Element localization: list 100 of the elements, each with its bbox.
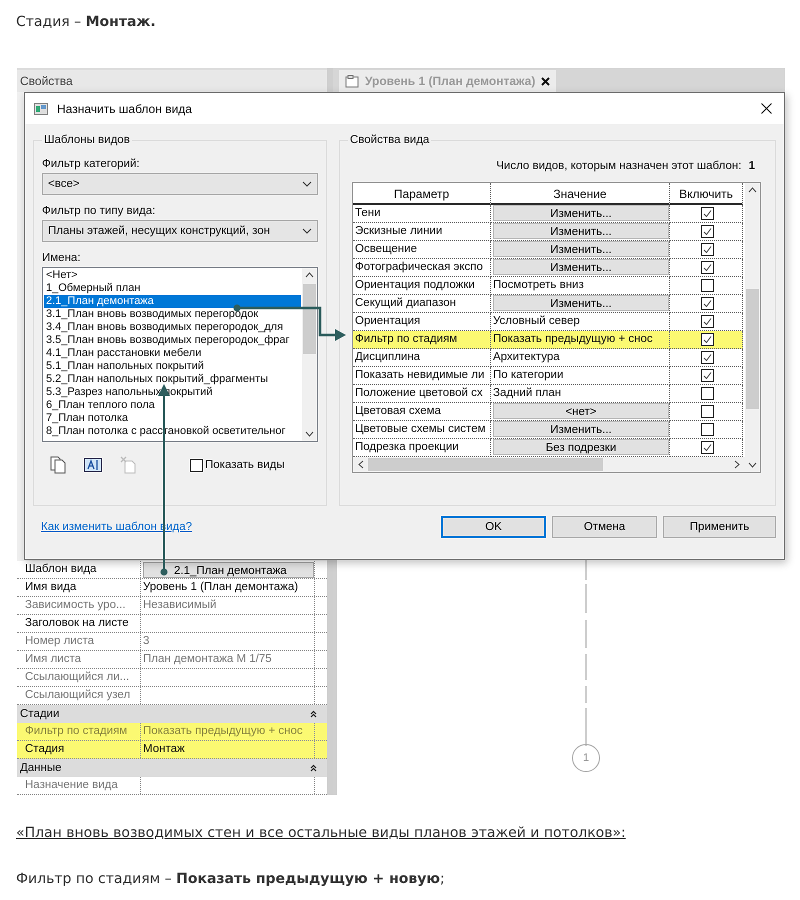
scroll-left-icon[interactable] — [358, 460, 364, 469]
group-title: Шаблоны видов — [43, 134, 131, 146]
edit-button[interactable]: Изменить... — [493, 259, 669, 275]
field-label: Имена: — [42, 252, 82, 264]
article-link[interactable]: «План вновь возводимых стен и все остальные виды планов этажей и потолков»: — [16, 825, 626, 841]
list-item[interactable]: 1_Обмерный план — [44, 282, 301, 295]
scroll-down-icon[interactable] — [305, 431, 314, 437]
edit-button[interactable]: Изменить... — [493, 421, 669, 437]
property-name: Имя листа — [17, 651, 141, 668]
rename-icon[interactable] — [84, 458, 102, 472]
include-checkbox[interactable] — [700, 405, 714, 418]
list-item[interactable]: 5.2_План напольных покрытий_фрагменты — [44, 373, 301, 386]
list-item[interactable]: 4.1_План расстановки мебели — [44, 347, 301, 360]
table-cell: Фильтр по стадиям — [353, 331, 491, 349]
edit-button[interactable]: <нет> — [493, 403, 669, 419]
table-cell: Секущий диапазон — [353, 295, 491, 313]
collapse-icon[interactable] — [310, 764, 317, 772]
table-cell: Цветовая схема — [353, 403, 491, 421]
template-button[interactable]: 2.1_План демонтажа — [143, 562, 314, 578]
group-header[interactable]: Данные — [17, 759, 327, 777]
template-count: Число видов, которым назначен этот шаблон: 1 — [495, 160, 755, 172]
edit-button[interactable]: Изменить... — [493, 205, 669, 221]
include-checkbox[interactable] — [700, 351, 714, 364]
scroll-up-icon[interactable] — [748, 187, 757, 193]
include-checkbox[interactable] — [700, 369, 714, 382]
edit-button[interactable]: Изменить... — [493, 223, 669, 239]
scroll-up-icon[interactable] — [305, 272, 314, 278]
table-cell: Показать предыдущую + снос — [493, 333, 653, 345]
table-cell: Задний план — [493, 387, 562, 399]
group-title: Свойства вида — [349, 134, 430, 146]
view-type-dropdown[interactable]: Планы этажей, несущих конструкций, зон — [42, 220, 318, 242]
include-checkbox[interactable] — [700, 261, 714, 274]
collapse-icon[interactable] — [310, 710, 317, 718]
dialog-title: Назначить шаблон вида — [57, 102, 192, 116]
panel-title: Свойства — [17, 68, 327, 92]
property-name: Ссылающийся ли... — [17, 669, 141, 686]
dialog-button[interactable]: Применить — [663, 516, 776, 538]
category-dropdown[interactable]: <все> — [42, 173, 318, 195]
property-value: Независимый — [143, 599, 216, 611]
edit-button[interactable]: Без подрезки — [493, 439, 669, 455]
property-value: 3 — [143, 635, 150, 647]
list-item[interactable]: 7_План потолка — [44, 412, 301, 425]
table-cell: Положение цветовой сх — [353, 385, 491, 403]
edit-button[interactable]: Изменить... — [493, 241, 669, 257]
table-cell: Показать невидимые ли — [353, 367, 491, 385]
table-cell: Условный север — [493, 315, 580, 327]
list-item[interactable]: 3.5_План вновь возводимых перегородок_фраг — [44, 334, 301, 347]
table-cell: Архитектура — [493, 351, 560, 363]
plan-view-icon — [345, 74, 359, 88]
show-views-checkbox[interactable]: Показать виды — [190, 458, 285, 472]
property-name: Шаблон вида — [17, 561, 141, 578]
table-cell: Ориентация подложки — [353, 277, 491, 295]
list-item[interactable]: 6_План теплого пола — [44, 399, 301, 412]
column-header[interactable]: Параметр — [353, 183, 491, 205]
dialog-button[interactable]: Отмена — [552, 516, 657, 538]
include-checkbox[interactable] — [700, 441, 714, 454]
include-checkbox[interactable] — [700, 315, 714, 328]
column-header[interactable]: Включить — [670, 183, 743, 205]
scroll-right-icon[interactable] — [734, 460, 740, 469]
property-value: План демонтажа М 1/75 — [143, 653, 272, 665]
grid-bubble: 1 — [572, 744, 600, 772]
table-cell: По категории — [493, 369, 564, 381]
include-checkbox[interactable] — [700, 207, 714, 220]
property-name: Стадия — [17, 741, 141, 758]
include-checkbox[interactable] — [700, 333, 714, 346]
chevron-down-icon — [302, 181, 312, 187]
duplicate-icon[interactable] — [50, 456, 66, 474]
scroll-down-icon[interactable] — [748, 462, 757, 468]
property-name: Зависимость уро... — [17, 597, 141, 614]
group-header[interactable]: Стадии — [17, 705, 327, 723]
property-name: Назначение вида — [17, 777, 141, 794]
include-checkbox[interactable] — [700, 279, 714, 292]
list-item[interactable]: 3.1_План вновь возводимых перегородок — [44, 308, 301, 321]
table-cell: Эскизные линии — [353, 223, 491, 241]
property-name: Имя вида — [17, 579, 141, 596]
intro-text: Стадия – Монтаж. — [15, 13, 157, 32]
dialog-button[interactable]: OK — [441, 516, 546, 538]
scrollbar[interactable] — [302, 268, 317, 441]
include-checkbox[interactable] — [700, 243, 714, 256]
property-name: Ссылающийся узел — [17, 687, 141, 704]
table-cell: Дисциплина — [353, 349, 491, 367]
list-item[interactable]: 5.1_План напольных покрытий — [44, 360, 301, 373]
property-name: Номер листа — [17, 633, 141, 650]
table-cell: Посмотреть вниз — [493, 279, 584, 291]
list-item[interactable]: <Нет> — [44, 269, 301, 282]
list-item[interactable]: 2.1_План демонтажа — [44, 295, 301, 308]
include-checkbox[interactable] — [700, 297, 714, 310]
include-checkbox[interactable] — [700, 423, 714, 436]
include-checkbox[interactable] — [700, 225, 714, 238]
table-cell: Тени — [353, 205, 491, 223]
list-item[interactable]: 3.4_План вновь возводимых перегородок_для — [44, 321, 301, 334]
include-checkbox[interactable] — [700, 387, 714, 400]
property-value: Монтаж — [143, 743, 185, 755]
property-name: Заголовок на листе — [17, 615, 141, 632]
close-icon[interactable] — [541, 76, 550, 86]
edit-button[interactable]: Изменить... — [493, 295, 669, 311]
table-cell: Цветовые схемы систем — [353, 421, 491, 439]
chevron-down-icon — [302, 228, 312, 234]
close-icon[interactable] — [761, 103, 772, 114]
property-value: Показать предыдущую + снос — [143, 725, 303, 737]
